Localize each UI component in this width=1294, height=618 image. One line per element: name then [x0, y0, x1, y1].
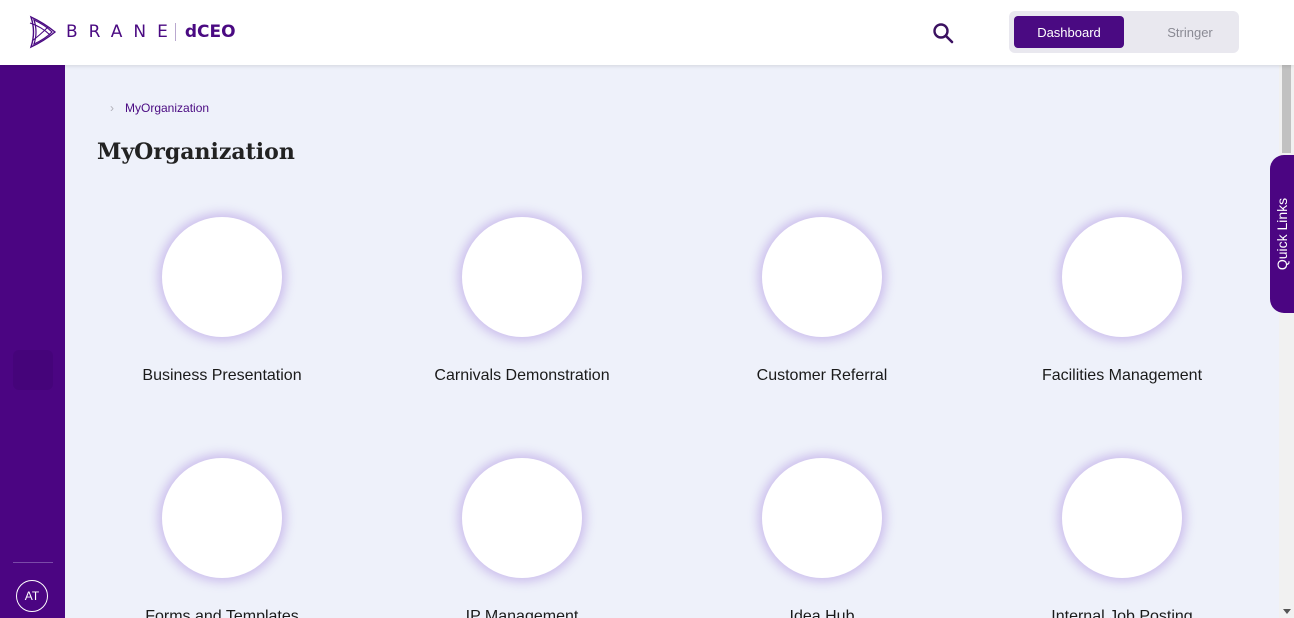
tile-label: Customer Referral	[756, 367, 888, 384]
brand-logo[interactable]: BRANE dCEO	[28, 13, 236, 51]
tile-icon-circle	[1062, 217, 1182, 337]
main-content: › MyOrganization MyOrganization Business…	[65, 65, 1279, 618]
tile-icon-circle	[762, 458, 882, 578]
logo-brand-text: BRANE	[66, 22, 179, 42]
tile-label: Forms and Templates	[145, 608, 299, 618]
scroll-down-arrow-icon[interactable]	[1283, 609, 1291, 614]
quick-links-tab[interactable]: Quick Links	[1270, 155, 1294, 313]
tile-customer-referral[interactable]: Customer Referral	[672, 217, 972, 385]
logo-divider	[174, 23, 176, 41]
chevron-right-icon: ›	[110, 101, 114, 115]
tile-carnivals-demonstration[interactable]: Carnivals Demonstration	[372, 217, 672, 385]
stringer-toggle-button[interactable]: Stringer	[1135, 16, 1245, 48]
top-header: BRANE dCEO Dashboard Stringer	[0, 0, 1294, 65]
tile-facilities-management[interactable]: Facilities Management	[972, 217, 1272, 385]
tile-icon-circle	[162, 217, 282, 337]
tile-internal-job-posting[interactable]: Internal Job Posting	[972, 458, 1272, 618]
sidebar: AT	[0, 65, 65, 618]
tile-idea-hub[interactable]: Idea Hub	[672, 458, 972, 618]
breadcrumb: › MyOrganization	[110, 101, 209, 115]
sidebar-nav-item[interactable]	[13, 350, 53, 390]
search-button[interactable]	[930, 20, 956, 46]
tile-label: IP Management	[465, 608, 579, 618]
breadcrumb-current[interactable]: MyOrganization	[125, 101, 209, 115]
view-toggle: Dashboard Stringer	[1009, 11, 1239, 53]
tile-business-presentation[interactable]: Business Presentation	[72, 217, 372, 385]
main-scrollbar[interactable]	[1279, 65, 1294, 618]
tile-icon-circle	[762, 217, 882, 337]
tile-icon-circle	[162, 458, 282, 578]
tile-label: Internal Job Posting	[1051, 608, 1193, 618]
tile-label: Business Presentation	[142, 367, 302, 384]
search-icon	[933, 23, 954, 44]
user-avatar[interactable]: AT	[16, 580, 48, 612]
brane-logo-icon	[29, 15, 57, 49]
dashboard-toggle-button[interactable]: Dashboard	[1014, 16, 1124, 48]
tile-icon-circle	[462, 217, 582, 337]
quick-links-label: Quick Links	[1274, 197, 1290, 271]
sidebar-divider	[13, 562, 53, 563]
tile-icon-circle	[462, 458, 582, 578]
tile-label: Idea Hub	[789, 608, 855, 618]
tile-ip-management[interactable]: IP Management	[372, 458, 672, 618]
tile-label: Carnivals Demonstration	[434, 367, 610, 384]
tile-forms-and-templates[interactable]: Forms and Templates	[72, 458, 372, 618]
scrollbar-thumb[interactable]	[1282, 65, 1291, 153]
page-title: MyOrganization	[97, 139, 295, 165]
tile-label: Facilities Management	[1041, 367, 1203, 384]
logo-product-text: dCEO	[184, 22, 236, 42]
tile-icon-circle	[1062, 458, 1182, 578]
